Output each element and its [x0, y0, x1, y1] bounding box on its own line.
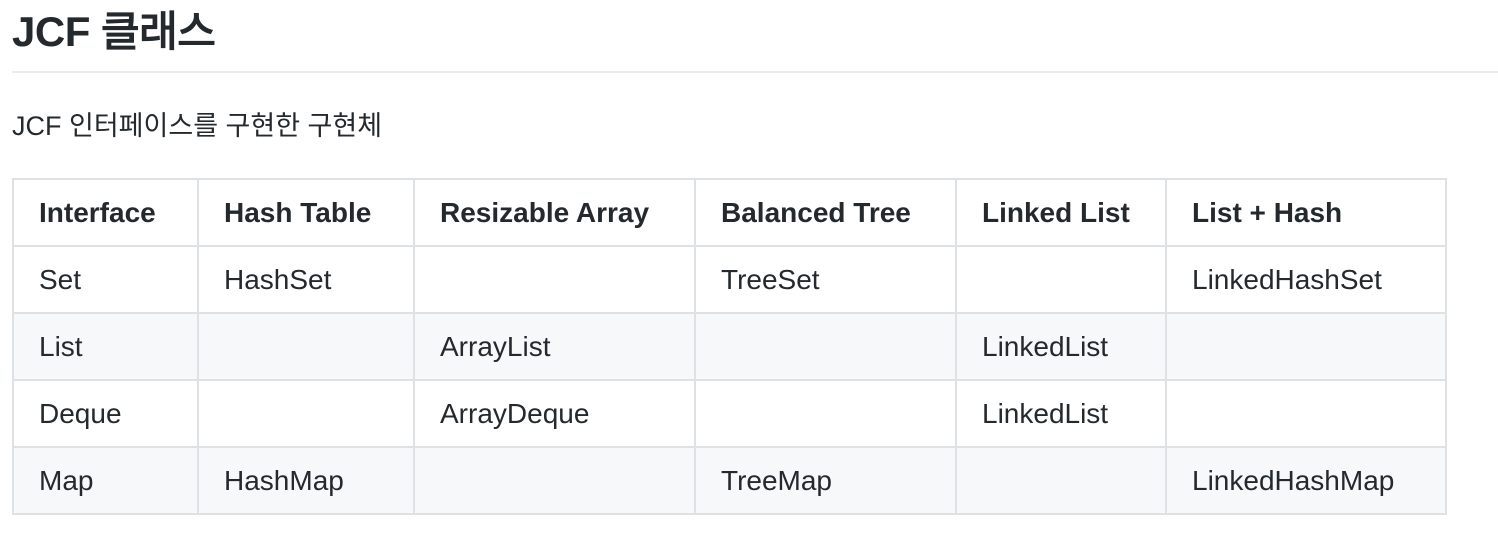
table-row: List ArrayList LinkedList [12, 312, 1447, 381]
table-cell [413, 245, 696, 314]
header-cell-list-hash: List + Hash [1165, 178, 1447, 247]
table-cell: LinkedList [955, 312, 1167, 381]
table-header-row: Interface Hash Table Resizable Array Bal… [12, 178, 1447, 247]
table-cell [413, 446, 696, 515]
table-cell: LinkedList [955, 379, 1167, 448]
table-cell: HashSet [197, 245, 415, 314]
jcf-implementation-table: Interface Hash Table Resizable Array Bal… [12, 178, 1447, 515]
table-cell: Deque [12, 379, 199, 448]
table-row: Map HashMap TreeMap LinkedHashMap [12, 446, 1447, 515]
table-cell: LinkedHashSet [1165, 245, 1447, 314]
table-cell [197, 379, 415, 448]
table-cell: TreeMap [694, 446, 957, 515]
header-cell-balanced-tree: Balanced Tree [694, 178, 957, 247]
table-row: Set HashSet TreeSet LinkedHashSet [12, 245, 1447, 314]
section-heading: JCF 클래스 [12, 8, 216, 55]
header-cell-hash-table: Hash Table [197, 178, 415, 247]
table-row: Deque ArrayDeque LinkedList [12, 379, 1447, 448]
intro-paragraph: JCF 인터페이스를 구현한 구현체 [12, 111, 383, 141]
table-cell: List [12, 312, 199, 381]
table-cell [955, 245, 1167, 314]
table-cell: TreeSet [694, 245, 957, 314]
header-cell-linked-list: Linked List [955, 178, 1167, 247]
table-cell [1165, 312, 1447, 381]
table-cell [694, 312, 957, 381]
table-cell: ArrayDeque [413, 379, 696, 448]
header-cell-interface: Interface [12, 178, 199, 247]
table-cell: HashMap [197, 446, 415, 515]
table-cell: LinkedHashMap [1165, 446, 1447, 515]
header-cell-resizable-array: Resizable Array [413, 178, 696, 247]
table-cell [955, 446, 1167, 515]
table-cell: ArrayList [413, 312, 696, 381]
heading-divider [12, 71, 1498, 73]
table-cell [197, 312, 415, 381]
table-cell [694, 379, 957, 448]
table-cell: Map [12, 446, 199, 515]
table-cell [1165, 379, 1447, 448]
table-cell: Set [12, 245, 199, 314]
